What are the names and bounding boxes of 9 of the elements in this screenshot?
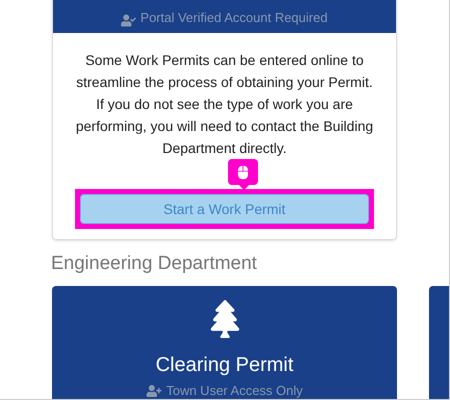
description-text: Some Work Permits can be entered online to streamline the process of obtaining your Permit. If you do not see the type of work you are performing, you will need to contact the Building Department directly. xyxy=(75,51,374,158)
requirement-text: Portal Verified Account Required xyxy=(140,8,328,27)
permit-card[interactable]: Clearing Permit Town User Access Only xyxy=(52,286,397,399)
section-title: Engineering Department xyxy=(51,252,257,276)
user-check-icon xyxy=(121,14,136,27)
user-plus-icon xyxy=(146,384,162,397)
requirement-text: Town User Access Only xyxy=(166,382,303,399)
mouse-icon xyxy=(238,164,248,180)
card-title: Clearing Permit xyxy=(156,353,294,378)
